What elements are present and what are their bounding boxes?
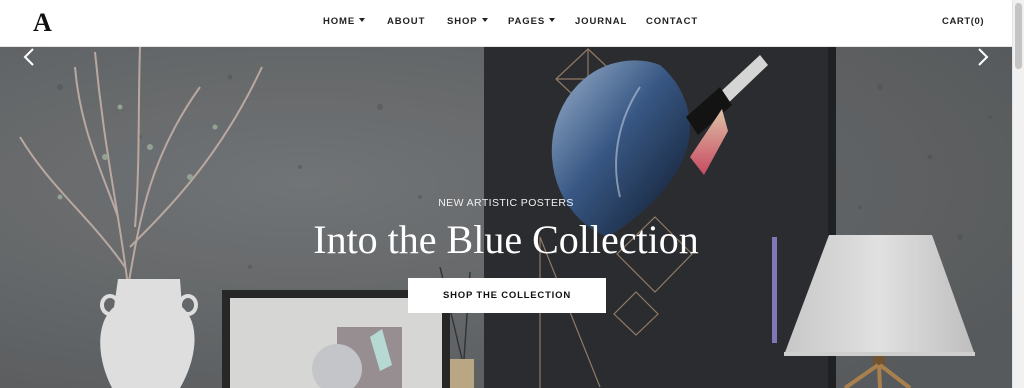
nav-home[interactable]: HOME [323,16,366,27]
shop-collection-button[interactable]: SHOP THE COLLECTION [408,278,606,313]
scrollbar-thumb[interactable] [1015,3,1022,69]
hero-headline: Into the Blue Collection [313,217,699,262]
site-logo[interactable]: A [33,9,52,37]
nav-journal[interactable]: JOURNAL [575,16,627,27]
nav-pages[interactable]: PAGES [508,16,556,27]
nav-contact-label: CONTACT [646,16,699,27]
chevron-right-icon[interactable] [972,47,992,67]
nav-home-label: HOME [323,16,356,27]
hero-slider: NEW ARTISTIC POSTERS Into the Blue Colle… [0,47,1012,388]
nav-contact[interactable]: CONTACT [646,16,698,27]
nav-shop-label: SHOP [447,16,478,27]
nav-journal-label: JOURNAL [575,16,628,27]
chevron-down-icon [549,18,556,23]
page-scrollbar[interactable] [1012,0,1024,388]
nav-about-label: ABOUT [387,16,426,27]
cart-link[interactable]: CART(0) [942,16,984,27]
chevron-left-icon[interactable] [20,47,40,67]
chevron-down-icon [359,18,366,23]
site-header: A HOME ABOUT SHOP PAGES JOURNAL CONTACT … [0,0,1012,47]
chevron-down-icon [481,18,488,23]
nav-pages-label: PAGES [508,16,546,27]
hero-kicker: NEW ARTISTIC POSTERS [438,197,574,209]
nav-about[interactable]: ABOUT [387,16,425,27]
nav-shop[interactable]: SHOP [447,16,488,27]
